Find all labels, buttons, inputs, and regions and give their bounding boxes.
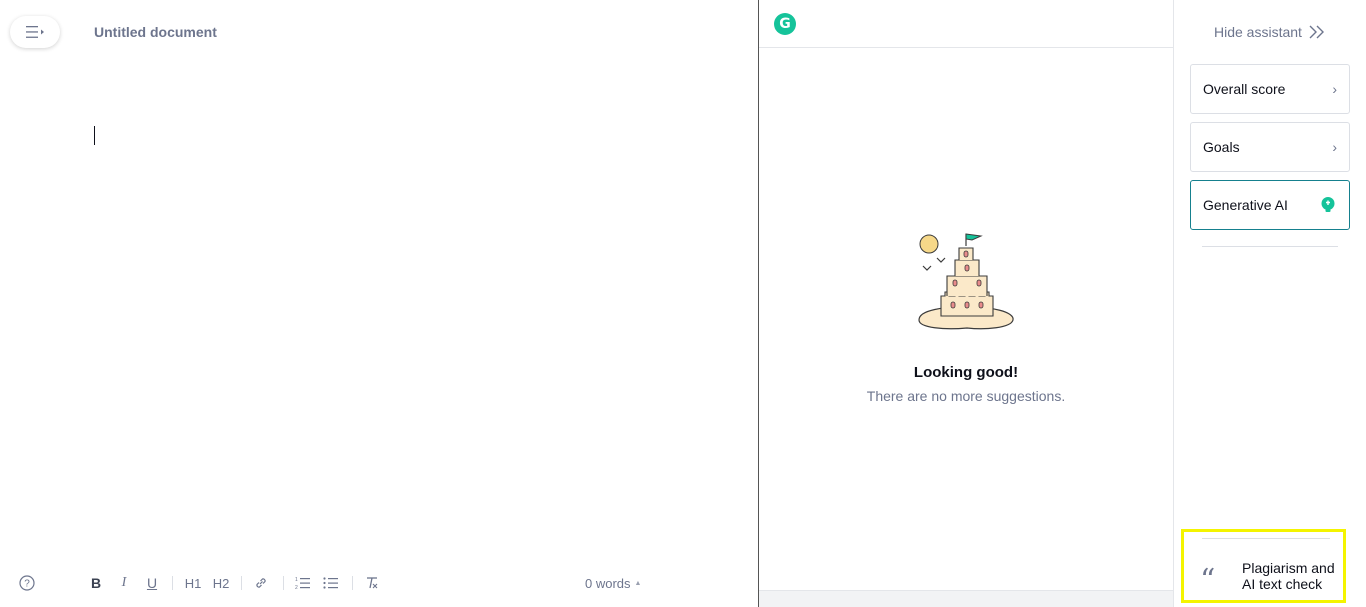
caret-up-icon: ▲ bbox=[634, 580, 642, 587]
heading2-button[interactable]: H2 bbox=[210, 574, 232, 592]
toolbar-divider bbox=[283, 576, 284, 590]
plagiarism-check-button[interactable]: “ Plagiarism and AI text check bbox=[1181, 529, 1346, 603]
italic-button[interactable]: I bbox=[116, 574, 132, 592]
goals-card[interactable]: Goals › bbox=[1190, 122, 1350, 172]
bulleted-list-button[interactable] bbox=[322, 574, 340, 592]
editor-pane: Untitled document ? B I U H1 H2 1 2 0 wo… bbox=[0, 0, 758, 607]
grammarly-logo-icon: G bbox=[774, 13, 796, 35]
goals-label: Goals bbox=[1203, 139, 1240, 155]
assistant-sidebar: Hide assistant Overall score › Goals › G… bbox=[1174, 0, 1366, 607]
underline-button[interactable]: U bbox=[144, 574, 160, 592]
clear-formatting-icon bbox=[367, 577, 378, 589]
toolbar-divider bbox=[172, 576, 173, 590]
toolbar-divider bbox=[241, 576, 242, 590]
lightbulb-icon bbox=[1321, 197, 1335, 212]
double-chevron-right-icon bbox=[1309, 25, 1324, 39]
empty-state-title: Looking good! bbox=[913, 364, 1019, 381]
bold-button[interactable]: B bbox=[88, 574, 104, 592]
toolbar-divider bbox=[352, 576, 353, 590]
numbered-list-icon: 1 2 bbox=[295, 577, 310, 590]
overall-score-card[interactable]: Overall score › bbox=[1190, 64, 1350, 114]
overall-score-label: Overall score bbox=[1203, 81, 1286, 97]
svg-text:?: ? bbox=[24, 579, 30, 590]
plagiarism-label: Plagiarism and AI text check bbox=[1242, 560, 1335, 592]
plagiarism-separator bbox=[1202, 538, 1330, 539]
svg-text:1: 1 bbox=[295, 577, 298, 583]
link-button[interactable] bbox=[252, 574, 270, 592]
bulleted-list-icon bbox=[323, 577, 338, 589]
word-count[interactable]: 0 words ▲ bbox=[585, 576, 641, 591]
sandcastle-illustration bbox=[918, 233, 1014, 330]
suggestions-header: G bbox=[759, 0, 1173, 48]
link-icon bbox=[256, 578, 266, 588]
document-title[interactable]: Untitled document bbox=[94, 24, 217, 40]
empty-state-subtitle: There are no more suggestions. bbox=[866, 388, 1066, 404]
hamburger-menu-icon bbox=[26, 26, 44, 38]
heading1-button[interactable]: H1 bbox=[182, 574, 204, 592]
clear-formatting-button[interactable] bbox=[363, 574, 381, 592]
word-count-label: 0 words bbox=[585, 576, 631, 591]
main-menu-button[interactable] bbox=[10, 16, 60, 48]
generative-ai-card[interactable]: Generative AI bbox=[1190, 180, 1350, 230]
quote-icon: “ bbox=[1200, 563, 1216, 598]
hide-assistant-button[interactable]: Hide assistant bbox=[1214, 24, 1326, 40]
svg-text:2: 2 bbox=[295, 585, 298, 590]
chevron-right-icon: › bbox=[1332, 139, 1337, 155]
sidebar-separator bbox=[1202, 246, 1338, 247]
text-cursor bbox=[94, 126, 95, 145]
formatting-toolbar: ? B I U H1 H2 1 2 0 words ▲ bbox=[0, 566, 758, 600]
hide-assistant-label: Hide assistant bbox=[1214, 24, 1302, 40]
suggestions-footer bbox=[759, 590, 1173, 607]
help-button[interactable]: ? bbox=[17, 574, 37, 592]
suggestions-panel: G Looking good! There are no more sugges… bbox=[759, 0, 1173, 607]
chevron-right-icon: › bbox=[1332, 81, 1337, 97]
help-circle-icon: ? bbox=[19, 575, 35, 591]
numbered-list-button[interactable]: 1 2 bbox=[294, 574, 312, 592]
generative-ai-label: Generative AI bbox=[1203, 197, 1288, 213]
